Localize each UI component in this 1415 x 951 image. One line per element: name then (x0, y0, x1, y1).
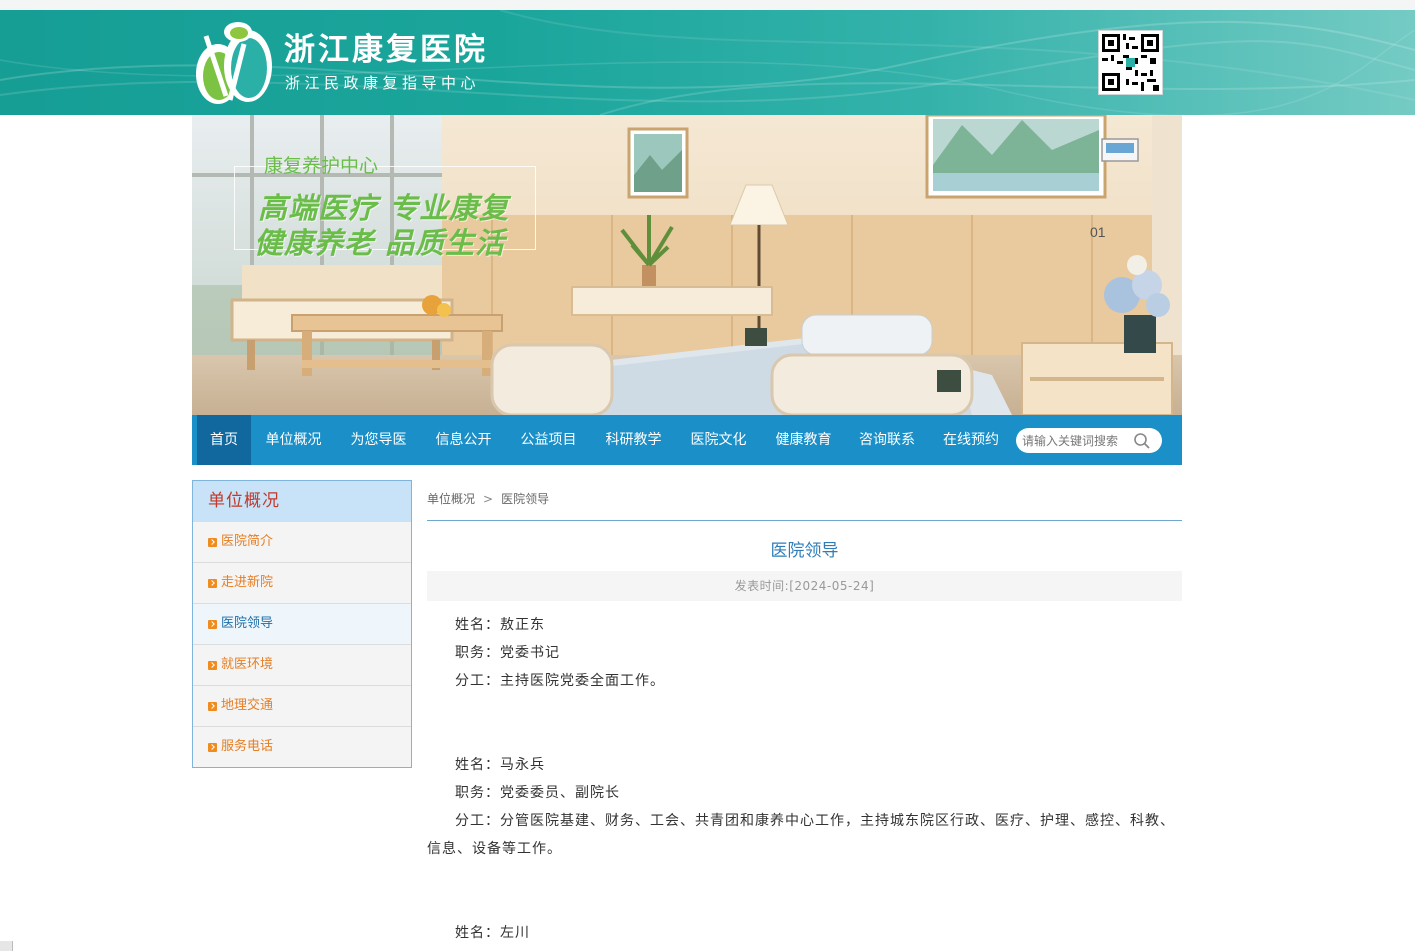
nav-item-culture[interactable]: 医院文化 (676, 415, 761, 465)
breadcrumb-divider (427, 520, 1182, 521)
qr-code-icon (1098, 30, 1163, 95)
sidebar-item-leaders[interactable]: 医院领导 (193, 603, 411, 644)
leader-1-name: 姓名：敖正东 (455, 617, 545, 633)
site-subtitle: 浙江民政康复指导中心 (285, 74, 481, 92)
nav-item-health-edu[interactable]: 健康教育 (761, 415, 846, 465)
nav-item-charity[interactable]: 公益项目 (506, 415, 591, 465)
arrow-bullet-icon (208, 660, 217, 670)
hero-slogan-line1: 高端医疗 专业康复 (258, 191, 510, 225)
room-number: 01 (1090, 224, 1106, 240)
nav-item-info[interactable]: 信息公开 (421, 415, 506, 465)
sidebar-item-transport[interactable]: 地理交通 (193, 685, 411, 726)
breadcrumb-item-leaders[interactable]: 医院领导 (501, 492, 549, 506)
search-input[interactable] (1022, 431, 1132, 450)
nav-item-research[interactable]: 科研教学 (591, 415, 676, 465)
breadcrumb-item-overview[interactable]: 单位概况 (427, 492, 475, 506)
nav-item-booking[interactable]: 在线预约 (928, 415, 1014, 465)
hero-tag: 康复养护中心 (264, 155, 379, 177)
arrow-bullet-icon (208, 537, 217, 547)
sidebar-item-intro[interactable]: 医院简介 (193, 521, 411, 562)
nav-item-contact[interactable]: 咨询联系 (846, 415, 928, 465)
scroll-corner (0, 941, 13, 951)
hero-slogan-line2: 健康养老 品质生活 (254, 226, 506, 260)
sidebar-item-label: 地理交通 (221, 698, 274, 713)
main-nav: 首页 单位概况 为您导医 信息公开 公益项目 科研教学 医院文化 健康教育 咨询… (192, 415, 1182, 465)
search-box (1016, 428, 1162, 453)
article-body: 姓名：敖正东 职务：党委书记 分工：主持医院党委全面工作。 姓名：马永兵 职务：… (427, 611, 1182, 947)
article-title: 医院领导 (770, 541, 839, 561)
nav-item-overview[interactable]: 单位概况 (251, 415, 336, 465)
sidebar: 单位概况 医院简介 走进新院 医院领导 就医环境 地理交通 服务电话 (192, 480, 412, 768)
arrow-bullet-icon (208, 742, 217, 752)
nav-item-home[interactable]: 首页 (197, 415, 251, 465)
arrow-bullet-icon (208, 701, 217, 711)
article-meta: 发表时间:[2024-05-24] (427, 571, 1182, 601)
leader-2-duty: 分工：分管医院基建、财务、工会、共青团和康养中心工作，主持城东院区行政、医疗、护… (427, 813, 1175, 857)
sidebar-item-label: 医院简介 (221, 534, 274, 549)
breadcrumb-separator: > (483, 492, 494, 506)
breadcrumb: 单位概况 > 医院领导 (427, 490, 549, 507)
nav-item-guide[interactable]: 为您导医 (336, 415, 421, 465)
site-header: 浙江康复医院 浙江民政康复指导中心 (0, 10, 1415, 115)
sidebar-item-label: 走进新院 (221, 575, 274, 590)
leader-1-role: 职务：党委书记 (455, 645, 560, 661)
leader-3-name: 姓名：左川 (455, 925, 530, 941)
sidebar-item-environment[interactable]: 就医环境 (193, 644, 411, 685)
leader-2-role: 职务：党委委员、副院长 (455, 785, 620, 801)
hero-banner: 01 康复养护中心 高端医疗 专业康复 健康养老 品质生活 (192, 115, 1182, 415)
leader-2-name: 姓名：马永兵 (455, 757, 545, 773)
site-title: 浙江康复医院 (284, 32, 488, 68)
sidebar-title: 单位概况 (193, 481, 411, 521)
hospital-logo-icon[interactable] (186, 16, 278, 108)
arrow-bullet-icon (208, 578, 217, 588)
search-icon[interactable] (1133, 432, 1151, 450)
sidebar-item-label: 医院领导 (221, 616, 274, 631)
sidebar-item-phone[interactable]: 服务电话 (193, 726, 411, 767)
sidebar-item-label: 服务电话 (221, 739, 274, 754)
arrow-bullet-icon (208, 619, 217, 629)
leader-1-duty: 分工：主持医院党委全面工作。 (455, 673, 665, 689)
sidebar-item-new-campus[interactable]: 走进新院 (193, 562, 411, 603)
sidebar-item-label: 就医环境 (221, 657, 274, 672)
